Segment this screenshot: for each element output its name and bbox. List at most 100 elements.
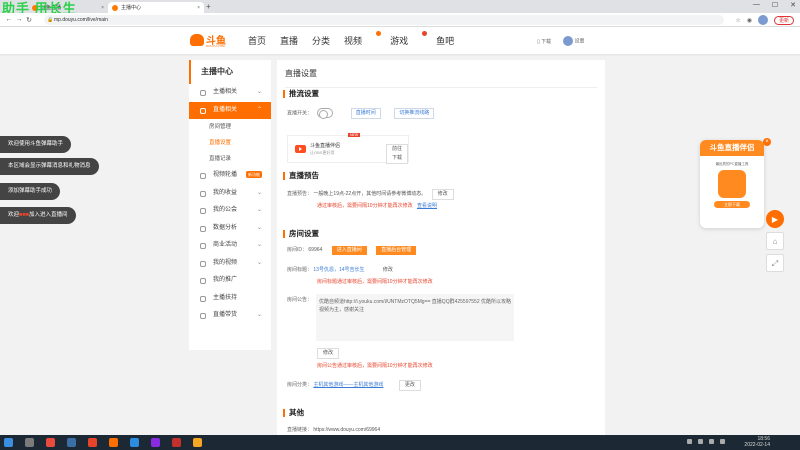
minimize-button[interactable]: — (753, 1, 760, 9)
sidebar-item-my-videos[interactable]: 我的视频 ⌄ (189, 255, 271, 273)
tab-title: 主播中心 (121, 5, 142, 11)
chevron-down-icon: ⌄ (256, 89, 262, 95)
sidebar-item-promotion[interactable]: 我的推广 (189, 272, 271, 290)
nav-fishbar[interactable]: 鱼吧 (436, 34, 454, 47)
room-title-edit-button[interactable]: 修改 (377, 266, 398, 275)
sidebar-item-business[interactable]: 商业活动 ⌄ (189, 237, 271, 255)
nav-badge-dot (376, 31, 382, 36)
douyu-fish-icon (190, 33, 204, 46)
push-switch-label: 直播开关： (287, 110, 313, 117)
play-logo-icon (295, 145, 306, 153)
url-field[interactable]: 🔒 mp.douyu.com/live/main (44, 15, 724, 25)
sidebar-item-commerce[interactable]: 直播带货 ⌄ (189, 307, 271, 325)
room-title-warning: 房间标题通过审核后，需要间隔10分钟才能再次修改 (317, 279, 433, 285)
douyu-favicon-icon (112, 4, 118, 11)
support-icon (200, 295, 206, 302)
expand-icon[interactable]: ⤢ (766, 254, 784, 272)
lock-icon: 🔒 (47, 17, 54, 23)
back-icon[interactable]: ← (4, 16, 14, 23)
chrome-icon[interactable] (46, 438, 55, 447)
task-view-icon[interactable] (25, 438, 34, 447)
side-toolbar: ▶ ⌂ ⤢ (766, 210, 784, 272)
maximize-button[interactable]: ☐ (772, 1, 778, 9)
live-link-row: 直播链接： https://www.douyu.com/69964 (287, 427, 381, 433)
tool-subtitle: 让OBS更好用 (310, 150, 335, 155)
new-tab-button[interactable]: + (206, 2, 211, 11)
app-icon[interactable] (130, 438, 139, 447)
switch-line-button[interactable]: 切换推流线路 (394, 108, 435, 120)
folder-icon[interactable] (193, 438, 202, 447)
address-bar: ← → ↻ 🔒 mp.douyu.com/live/main ☆ ◉ 更新 (0, 13, 800, 27)
network-icon[interactable] (709, 439, 714, 444)
douyu-app-icon[interactable] (109, 438, 118, 447)
obs-icon[interactable] (172, 438, 181, 447)
tray-icon[interactable] (698, 439, 703, 444)
room-notice-text: 优酷自频道http://i.youku.com/i/UNTMzOTQ5Mg== … (316, 294, 514, 341)
sidebar-item-live[interactable]: 直播相关 ⌃ (189, 101, 271, 119)
backend-manage-button[interactable]: 直播后台管理 (376, 246, 417, 255)
close-window-button[interactable]: ✕ (790, 1, 796, 9)
close-tab-icon[interactable]: × (197, 5, 200, 11)
home-icon[interactable]: ⌂ (766, 232, 784, 250)
sidebar-item-income[interactable]: 我的收益 ⌄ (189, 185, 271, 203)
main-nav: 首页 直播 分类 视频 游戏 鱼吧 (248, 31, 468, 47)
sidebar-item-streamer[interactable]: 主播相关 ⌄ (189, 84, 271, 102)
live-time-button[interactable]: 直播时间 (350, 108, 381, 120)
room-title-value: 13号仇恩，14号吉长生 (313, 267, 365, 273)
sidebar-item-video-loop[interactable]: 视频轮播 新功能 (189, 167, 271, 185)
view-explanation-link[interactable]: 查看说明 (417, 203, 437, 209)
main-panel: 直播设置 推流设置 直播开关： 直播时间 切换推流线路 斗鱼直播伴侣 让OBS更… (277, 60, 605, 435)
premiere-icon[interactable] (151, 438, 160, 447)
download-link[interactable]: ▯ 下载 (537, 38, 551, 45)
profile-avatar[interactable] (757, 15, 768, 25)
nav-home[interactable]: 首页 (248, 34, 266, 47)
companion-promo-card[interactable]: 斗鱼直播伴侣 最优质的PC直播工具 立即下载 (700, 140, 764, 228)
category-change-button[interactable]: 更改 (398, 380, 421, 391)
tray-icon[interactable] (687, 439, 692, 444)
preview-row: 直播预告： 一般晚上19点-22点开，其他时间请参考微博动态。 修改 (287, 189, 454, 200)
sidebar-subitem-settings[interactable]: 直播设置 (189, 135, 271, 151)
enter-room-button[interactable]: 进入直播间 (331, 246, 367, 255)
promo-download-button[interactable]: 立即下载 (714, 201, 750, 208)
windows-start-icon[interactable] (4, 438, 13, 447)
app-icon[interactable] (88, 438, 97, 447)
browser-tab-bar: 斗鱼直播 × 主播中心 × + — ☐ ✕ 助手 用长生 (0, 0, 800, 16)
preview-warning: 通过审核后，需要间隔10分钟才能再次修改 (317, 203, 413, 209)
douyu-logo[interactable]: 斗鱼 DOUYU.COM (190, 32, 226, 48)
notice-warning: 房间公告通过审核后，需要间隔10分钟才能再次修改 (317, 363, 433, 369)
promo-title: 斗鱼直播伴侣 (700, 140, 764, 156)
volume-icon[interactable] (720, 439, 725, 444)
sidebar-subitem-room[interactable]: 房间管理 (189, 119, 271, 135)
preview-edit-button[interactable]: 修改 (431, 189, 454, 200)
forward-icon[interactable]: → (14, 16, 24, 23)
nav-category[interactable]: 分类 (312, 34, 330, 47)
new-badge: NEW (348, 133, 361, 137)
close-tab-icon[interactable]: × (101, 5, 104, 11)
site-header: 斗鱼 DOUYU.COM 首页 直播 分类 视频 游戏 鱼吧 ▯ 下载 设置 (0, 27, 800, 54)
user-menu[interactable]: 设置 (563, 36, 585, 46)
live-toggle[interactable] (317, 108, 334, 119)
room-id-row: 房间ID： 69964 进入直播间 直播后台管理 (287, 246, 417, 255)
download-button[interactable]: 前往下载 (386, 144, 408, 164)
extension-icon[interactable]: ◉ (747, 17, 752, 24)
steam-icon[interactable] (67, 438, 76, 447)
sidebar-subitem-records[interactable]: 直播记录 (189, 151, 271, 167)
browser-tab-active[interactable]: 主播中心 × (108, 2, 204, 13)
live-link-value[interactable]: https://www.douyu.com/69964 (313, 427, 380, 433)
room-category-row: 房间分类： 主机其他游戏——主机其他游戏 更改 (287, 380, 421, 391)
close-icon[interactable]: × (763, 138, 771, 146)
nav-live[interactable]: 直播 (280, 34, 298, 47)
system-tray (687, 439, 725, 444)
clock[interactable]: 18:56 2022-02-14 (744, 436, 770, 448)
nav-video[interactable]: 视频 (344, 31, 382, 47)
nav-game[interactable]: 游戏 (390, 31, 428, 47)
sidebar-item-analytics[interactable]: 数据分析 ⌄ (189, 220, 271, 238)
live-play-icon[interactable]: ▶ (766, 210, 784, 228)
notice-edit-button[interactable]: 修改 (317, 348, 340, 359)
star-icon[interactable]: ☆ (735, 17, 740, 24)
room-category-value[interactable]: 主机其他游戏——主机其他游戏 (313, 382, 383, 388)
reload-icon[interactable]: ↻ (24, 16, 34, 24)
sidebar-item-guild[interactable]: 我的公会 ⌄ (189, 202, 271, 220)
update-button[interactable]: 更新 (773, 15, 794, 25)
sidebar-item-support[interactable]: 主播扶持 (189, 290, 271, 308)
